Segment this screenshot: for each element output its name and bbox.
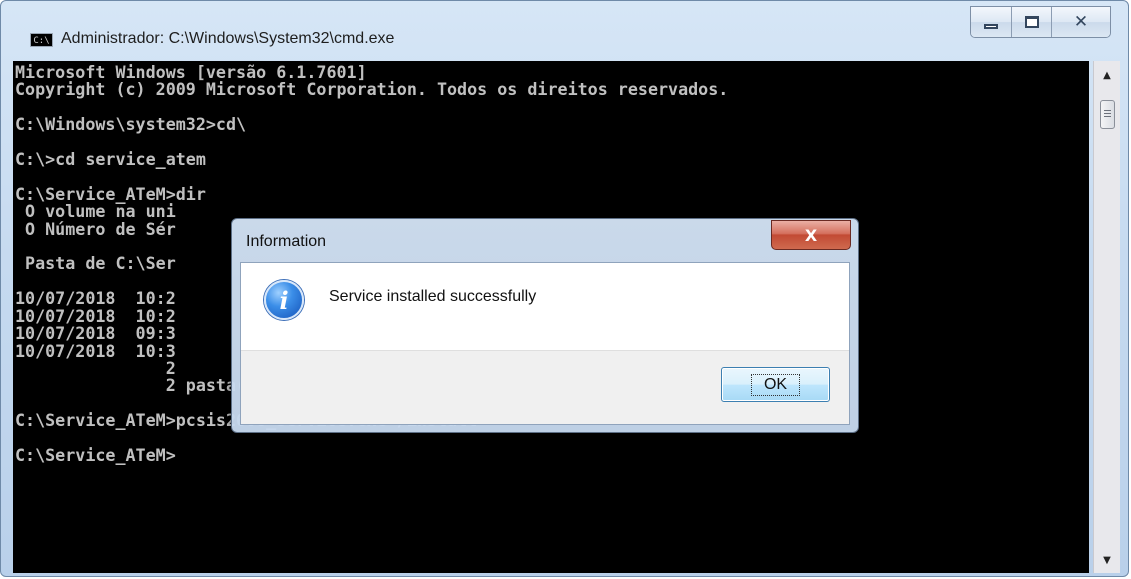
- maximize-button[interactable]: [1012, 7, 1052, 37]
- information-icon: i: [264, 280, 304, 320]
- close-icon: ✕: [1073, 11, 1089, 32]
- dialog-body: i Service installed successfully OK: [240, 262, 850, 425]
- dialog-close-button[interactable]: X: [771, 220, 851, 250]
- vertical-scrollbar[interactable]: ▲ ▼: [1093, 61, 1120, 573]
- maximize-icon: [1024, 16, 1039, 28]
- window-title: Administrador: C:\Windows\System32\cmd.e…: [61, 30, 395, 47]
- dialog-message: Service installed successfully: [329, 288, 537, 305]
- ok-button-label: OK: [750, 373, 801, 396]
- ok-button[interactable]: OK: [721, 367, 830, 402]
- close-icon: X: [804, 225, 818, 245]
- dialog-footer: OK: [241, 350, 849, 424]
- scrollbar-thumb[interactable]: [1100, 100, 1115, 129]
- information-dialog: Information X i Service installed succes…: [231, 218, 859, 433]
- dialog-title: Information: [246, 233, 327, 250]
- minimize-button[interactable]: [971, 7, 1012, 37]
- grip-icon: [1104, 110, 1111, 118]
- close-button[interactable]: ✕: [1052, 7, 1110, 37]
- minimize-icon: [984, 23, 998, 29]
- cmd-app-icon[interactable]: C:\: [30, 33, 53, 47]
- caption-buttons: ✕: [970, 6, 1111, 38]
- scroll-up-arrow-icon[interactable]: ▲: [1094, 67, 1120, 84]
- title-bar[interactable]: C:\ Administrador: C:\Windows\System32\c…: [1, 1, 1128, 63]
- scroll-down-arrow-icon[interactable]: ▼: [1094, 552, 1120, 569]
